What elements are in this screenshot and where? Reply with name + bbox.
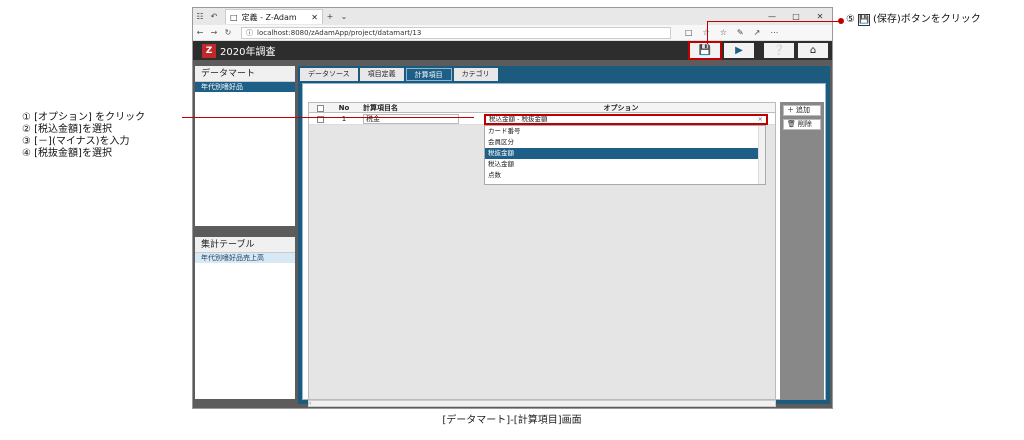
summary-table-item[interactable]: 年代別嗜好品売上高 xyxy=(195,253,295,263)
datamart-item[interactable]: 年代別嗜好品 xyxy=(195,82,295,92)
row-no: 1 xyxy=(341,115,347,123)
url-field[interactable]: ⓘ localhost:8080/zAdamApp/project/datama… xyxy=(241,26,671,39)
figure-caption: [データマート]-[計算項目]画面 xyxy=(442,415,582,426)
callout-line-right xyxy=(707,21,841,22)
help-button[interactable]: ❔ xyxy=(764,43,794,58)
delete-button-label: 削除 xyxy=(797,120,812,128)
plus-icon: ＋ xyxy=(787,106,794,114)
step-3: ③ [－](マイナス)を入力 xyxy=(22,136,130,147)
calc-item-name-input[interactable]: 税金 xyxy=(363,114,459,124)
step-2: ② [税込金額]を選択 xyxy=(22,124,112,135)
url-text: localhost:8080/zAdamApp/project/datamart… xyxy=(257,28,422,37)
option-points[interactable]: 点数 xyxy=(485,170,765,181)
summary-table-panel: 集計テーブル 年代別嗜好品売上高 xyxy=(195,237,295,399)
add-button-label: 追加 xyxy=(796,106,810,114)
select-all-checkbox[interactable] xyxy=(309,103,331,112)
back-icon[interactable]: ← xyxy=(193,28,207,37)
favorites-list-icon[interactable]: ☆ xyxy=(720,28,727,37)
option-pretax-amount[interactable]: 税抜金額 xyxy=(485,148,765,159)
option-list: カード番号 会員区分 税抜金額 税込金額 点数 xyxy=(484,125,766,185)
option-input-value: 税込金額 - 税抜金額 xyxy=(489,115,548,123)
datamart-panel-header: データマート xyxy=(195,66,295,82)
app-body: データマート 年代別嗜好品 集計テーブル 年代別嗜好品売上高 データソース 項目… xyxy=(193,60,832,408)
tab-calculated-items[interactable]: 計算項目 xyxy=(405,68,452,81)
step-1: ① [オプション] をクリック xyxy=(22,112,146,123)
col-header-option: オプション xyxy=(603,104,639,112)
step-5-text: (保存)ボタンをクリック xyxy=(872,14,981,25)
app-logo-icon: Z xyxy=(202,43,216,58)
app-header: Z 2020年調査 💾 ▶ ❔ ⌂ xyxy=(193,41,832,60)
new-tab-icon[interactable]: + xyxy=(323,12,337,21)
grid-hscrollbar[interactable]: ‹ xyxy=(308,400,776,407)
more-icon[interactable]: ⋯ xyxy=(770,28,778,37)
save-button[interactable]: 💾 xyxy=(688,41,722,60)
step-4: ④ [税抜金額]を選択 xyxy=(22,148,112,159)
grid-actions: ＋ 追加 🗑 削除 xyxy=(780,102,824,400)
close-tab-icon[interactable]: ✕ xyxy=(311,13,318,22)
tab-list-icon[interactable]: ⌄ xyxy=(337,12,351,21)
callout-line-right-drop xyxy=(707,21,708,44)
page-icon: □ xyxy=(230,12,238,22)
grid-header: No 計算項目名 オプション xyxy=(309,103,775,113)
tab-category[interactable]: カテゴリ xyxy=(453,68,498,81)
summary-table-panel-header: 集計テーブル xyxy=(195,237,295,253)
datamart-panel: データマート 年代別嗜好品 xyxy=(195,66,295,226)
reading-view-icon[interactable]: □ xyxy=(685,28,693,37)
browser-window: ☷ ↶ □ 定義 - Z-Adam ✕ + ⌄ — □ ✕ ← → ↻ ⓘ lo… xyxy=(192,7,833,409)
info-icon: ⓘ xyxy=(246,28,253,37)
browser-tab-title: 定義 - Z-Adam xyxy=(241,12,297,22)
col-header-no: No xyxy=(338,104,350,112)
tab-actions-icon[interactable]: ☷ xyxy=(193,12,207,21)
reload-icon[interactable]: ↻ xyxy=(221,28,235,37)
calc-items-grid: No 計算項目名 オプション 1 税金 税込金額 - 税抜金額 × カード番号 … xyxy=(308,102,776,400)
tab-content: No 計算項目名 オプション 1 税金 税込金額 - 税抜金額 × カード番号 … xyxy=(302,83,826,407)
add-button[interactable]: ＋ 追加 xyxy=(783,105,821,116)
callout-dot-right xyxy=(838,18,844,24)
tab-back-icon[interactable]: ↶ xyxy=(207,12,221,21)
option-list-scrollbar[interactable] xyxy=(758,126,765,184)
save-icon: 💾 xyxy=(857,14,870,26)
instruction-step-right: ⑤ 💾 (保存)ボタンをクリック xyxy=(846,14,981,26)
maximize-icon[interactable]: □ xyxy=(784,8,808,25)
option-card-number[interactable]: カード番号 xyxy=(485,126,765,137)
app-title: 2020年調査 xyxy=(220,47,276,58)
tab-item-definition[interactable]: 項目定義 xyxy=(359,68,404,81)
minimize-icon[interactable]: — xyxy=(760,8,784,25)
trash-icon: 🗑 xyxy=(787,120,796,128)
close-window-icon[interactable]: ✕ xyxy=(808,8,832,25)
option-input[interactable]: 税込金額 - 税抜金額 × xyxy=(484,114,768,125)
share-icon[interactable]: ↗ xyxy=(754,28,761,37)
row-checkbox[interactable] xyxy=(309,113,331,124)
run-button[interactable]: ▶ xyxy=(724,43,754,58)
delete-button[interactable]: 🗑 削除 xyxy=(783,119,821,130)
option-member-class[interactable]: 会員区分 xyxy=(485,137,765,148)
address-bar: ← → ↻ ⓘ localhost:8080/zAdamApp/project/… xyxy=(193,25,832,41)
browser-tabbar: ☷ ↶ □ 定義 - Z-Adam ✕ + ⌄ — □ ✕ xyxy=(193,8,832,25)
pen-icon[interactable]: ✎ xyxy=(737,28,744,37)
home-button[interactable]: ⌂ xyxy=(798,43,828,58)
main-tabs: データソース 項目定義 計算項目 カテゴリ xyxy=(298,68,498,81)
step-5-number: ⑤ xyxy=(846,14,855,25)
instruction-steps-left: ① [オプション] をクリック ② [税込金額]を選択 ③ [－](マイナス)を… xyxy=(22,112,145,160)
clear-icon[interactable]: × xyxy=(758,116,763,123)
col-header-name: 計算項目名 xyxy=(363,104,398,112)
option-taxincl-amount[interactable]: 税込金額 xyxy=(485,159,765,170)
browser-tab[interactable]: □ 定義 - Z-Adam ✕ xyxy=(225,9,323,24)
tab-datasource[interactable]: データソース xyxy=(300,68,358,81)
callout-line-left xyxy=(182,117,474,118)
forward-icon[interactable]: → xyxy=(207,28,221,37)
option-dropdown: 税込金額 - 税抜金額 × カード番号 会員区分 税抜金額 税込金額 点数 xyxy=(484,114,768,185)
